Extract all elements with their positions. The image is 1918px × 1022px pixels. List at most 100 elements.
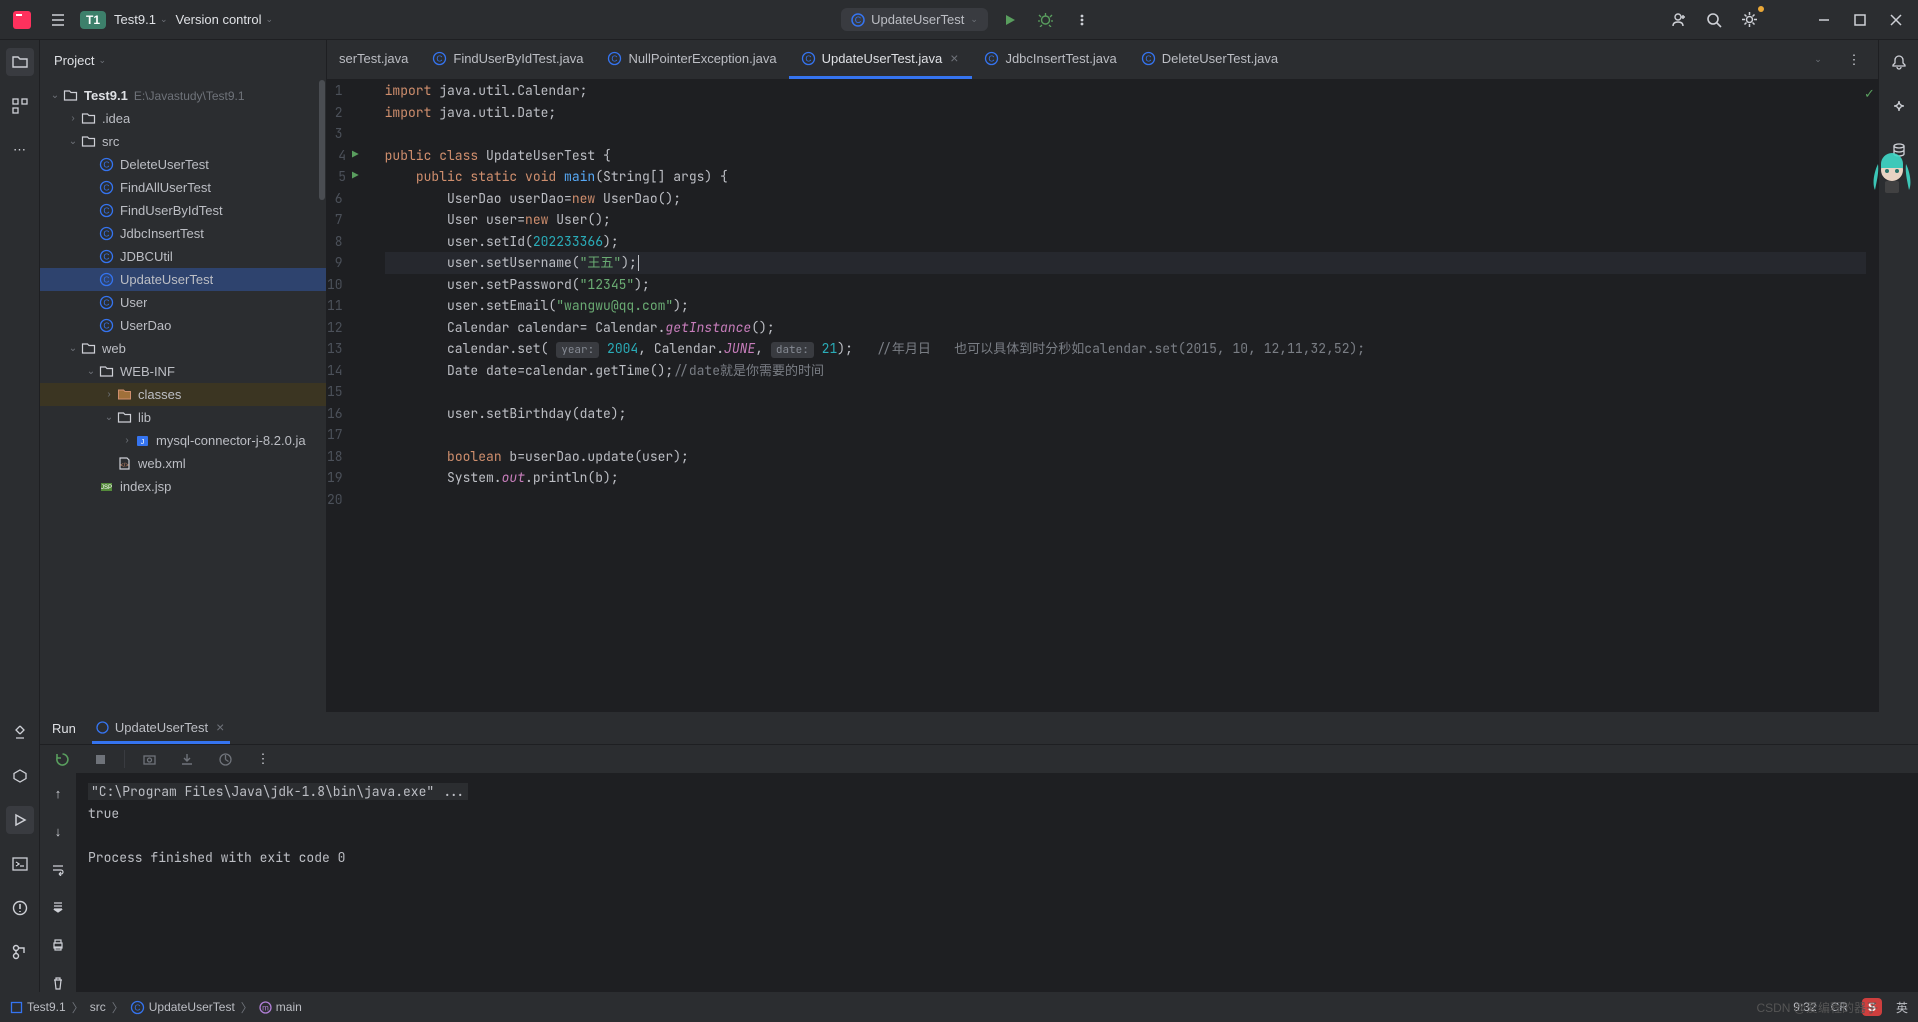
problems-tool-icon[interactable]: [6, 894, 34, 922]
editor-tab-deleteusertest-java[interactable]: CDeleteUserTest.java: [1129, 40, 1290, 79]
tree-item-findallusertest[interactable]: CFindAllUserTest: [40, 176, 326, 199]
more-actions-icon[interactable]: ⋮: [249, 745, 277, 773]
version-control[interactable]: Version control ⌄: [175, 12, 273, 27]
tree-item-web[interactable]: ⌄web: [40, 337, 326, 360]
build-tool-icon[interactable]: [6, 718, 34, 746]
vc-label: Version control: [175, 12, 261, 27]
tree-item-user[interactable]: CUser: [40, 291, 326, 314]
tree-item-index-jsp[interactable]: JSPindex.jsp: [40, 475, 326, 498]
debug-icon[interactable]: [1032, 6, 1060, 34]
search-icon[interactable]: [1700, 6, 1728, 34]
tree-item-deleteusertest[interactable]: CDeleteUserTest: [40, 153, 326, 176]
tabs-dropdown-icon[interactable]: ⌄: [1804, 46, 1832, 74]
editor-tab-finduserbyidtest-java[interactable]: CFindUserByIdTest.java: [420, 40, 595, 79]
tree-item-web-inf[interactable]: ⌄WEB-INF: [40, 360, 326, 383]
tree-item-finduserbyidtest[interactable]: CFindUserByIdTest: [40, 199, 326, 222]
svg-text:C: C: [437, 53, 443, 63]
down-icon[interactable]: ↓: [44, 817, 72, 845]
svg-text:C: C: [805, 53, 811, 63]
project-sidebar: Project ⌄ ⌄Test9.1E:\Javastudy\Test9.1›.…: [40, 40, 327, 712]
app-icon[interactable]: [8, 6, 36, 34]
run-tab[interactable]: UpdateUserTest ×: [92, 713, 230, 744]
left-tool-strip: ⋯: [0, 40, 40, 992]
tree-item-src[interactable]: ⌄src: [40, 130, 326, 153]
project-panel-title[interactable]: Project ⌄: [40, 40, 326, 80]
svg-text:C: C: [989, 53, 995, 63]
rerun-icon[interactable]: [48, 745, 76, 773]
screenshot-icon[interactable]: [135, 745, 163, 773]
close-tab-icon[interactable]: ×: [948, 50, 960, 66]
up-icon[interactable]: ↑: [44, 779, 72, 807]
tree-item-web-xml[interactable]: </>web.xml: [40, 452, 326, 475]
svg-text:m: m: [262, 1003, 269, 1012]
run-tool-icon[interactable]: [6, 806, 34, 834]
editor-tab-updateusertest-java[interactable]: C UpdateUserTest.java ×: [789, 40, 973, 79]
close-tab-icon[interactable]: ×: [214, 719, 226, 735]
tree-scrollbar[interactable]: [319, 80, 325, 200]
code-editor[interactable]: 1234▶5▶67891011121314151617181920 import…: [327, 80, 1866, 712]
tree-item-mysql-connector-j-8-2-0-ja[interactable]: ›Jmysql-connector-j-8.2.0.ja: [40, 429, 326, 452]
crumb-src[interactable]: src: [90, 1000, 106, 1014]
print-icon[interactable]: [44, 931, 72, 959]
console-cmd-line: "C:\Program Files\Java\jdk-1.8\bin\java.…: [88, 783, 468, 800]
close-icon[interactable]: [1882, 6, 1910, 34]
git-tool-icon[interactable]: [6, 938, 34, 966]
run-config-label: UpdateUserTest: [871, 12, 964, 27]
ime-lang: 英: [1896, 999, 1908, 1016]
run-icon[interactable]: [996, 6, 1024, 34]
project-title-label: Project: [54, 53, 94, 68]
crumb-main[interactable]: mmain: [259, 1000, 302, 1014]
tabs-more-icon[interactable]: ⋮: [1840, 46, 1868, 74]
class-icon: C: [851, 13, 865, 27]
project-tool-icon[interactable]: [6, 48, 34, 76]
scroll-end-icon[interactable]: [44, 893, 72, 921]
soft-wrap-icon[interactable]: [44, 855, 72, 883]
minimize-icon[interactable]: [1810, 6, 1838, 34]
project-tree[interactable]: ⌄Test9.1E:\Javastudy\Test9.1›.idea⌄srcCD…: [40, 80, 326, 712]
tree-item-classes[interactable]: ›classes: [40, 383, 326, 406]
terminal-tool-icon[interactable]: [6, 850, 34, 878]
breadcrumbs[interactable]: Test9.1〉src〉CUpdateUserTest〉mmain: [10, 999, 302, 1016]
editor-tab-jdbcinserttest-java[interactable]: CJdbcInsertTest.java: [972, 40, 1128, 79]
editor-tab-sertest-java[interactable]: serTest.java: [327, 40, 420, 79]
tree-item-userdao[interactable]: CUserDao: [40, 314, 326, 337]
editor-tab-nullpointerexception-java[interactable]: CNullPointerException.java: [595, 40, 788, 79]
run-config-selector[interactable]: C UpdateUserTest ⌄: [841, 8, 988, 31]
tree-item-jdbcinserttest[interactable]: CJdbcInsertTest: [40, 222, 326, 245]
svg-text:C: C: [103, 206, 109, 216]
services-tool-icon[interactable]: [6, 762, 34, 790]
stop-icon[interactable]: [86, 745, 114, 773]
gutter: 1234▶5▶67891011121314151617181920: [327, 80, 377, 712]
title-bar: T1 Test9.1 ⌄ Version control ⌄ C UpdateU…: [0, 0, 1918, 40]
tree-item-lib[interactable]: ⌄lib: [40, 406, 326, 429]
clear-icon[interactable]: [44, 969, 72, 997]
run-tab-label: UpdateUserTest: [115, 720, 208, 735]
more-tool-icon[interactable]: ⋯: [6, 136, 34, 164]
code-with-me-icon[interactable]: [1664, 6, 1692, 34]
mascot-icon: [1868, 150, 1916, 198]
notifications-tool-icon[interactable]: [1885, 48, 1913, 76]
console-output[interactable]: "C:\Program Files\Java\jdk-1.8\bin\java.…: [76, 773, 1918, 997]
crumb-test9.1[interactable]: Test9.1: [10, 1000, 66, 1014]
settings-icon[interactable]: [1736, 6, 1764, 34]
svg-text:</>: </>: [120, 463, 129, 469]
code-body[interactable]: import java.util.Calendar;import java.ut…: [377, 80, 1866, 712]
maximize-icon[interactable]: [1846, 6, 1874, 34]
project-selector[interactable]: Test9.1 ⌄: [114, 12, 167, 27]
more-icon[interactable]: [1068, 6, 1096, 34]
tree-item-updateusertest[interactable]: CUpdateUserTest: [40, 268, 326, 291]
structure-tool-icon[interactable]: [6, 92, 34, 120]
class-icon: C: [801, 51, 816, 66]
export-icon[interactable]: [173, 745, 201, 773]
main-menu-icon[interactable]: [44, 6, 72, 34]
profiler-icon[interactable]: [211, 745, 239, 773]
ai-tool-icon[interactable]: [1885, 92, 1913, 120]
run-panel-title: Run: [52, 721, 76, 736]
tree-item-jdbcutil[interactable]: CJDBCUtil: [40, 245, 326, 268]
tree-root[interactable]: ⌄Test9.1E:\Javastudy\Test9.1: [40, 84, 326, 107]
tab-label: UpdateUserTest.java: [822, 51, 943, 66]
class-icon: C: [984, 51, 999, 66]
tree-item--idea[interactable]: ›.idea: [40, 107, 326, 130]
tab-label: NullPointerException.java: [628, 51, 776, 66]
crumb-updateusertest[interactable]: CUpdateUserTest: [130, 1000, 235, 1015]
